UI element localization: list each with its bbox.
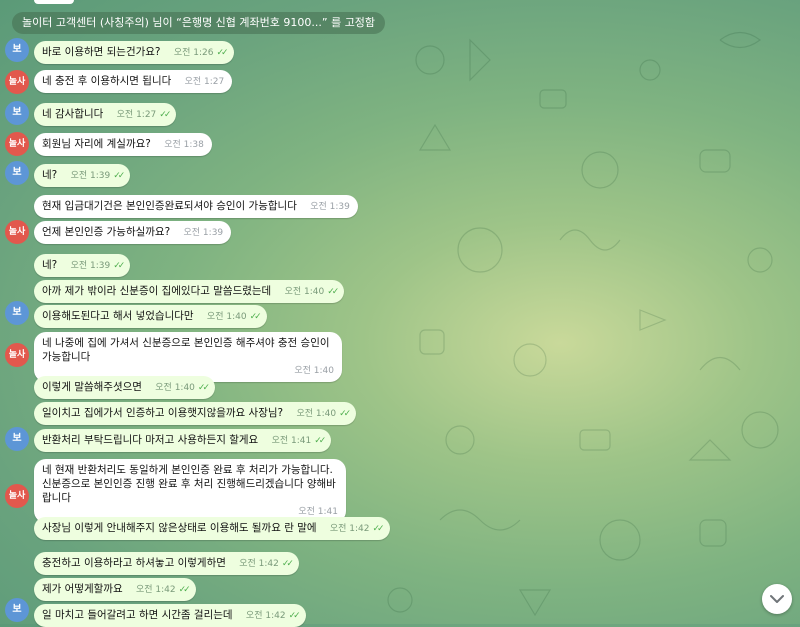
message-bubble[interactable]: 네 나중에 집에 가셔서 신분증으로 본인인증 해주셔야 충전 승인이 가능합니… <box>34 332 342 382</box>
message-bubble[interactable]: 현재 입금대기건은 본인인증완료되셔야 승인이 가능합니다 오전 1:39 <box>34 195 358 218</box>
message-time: 오전 1:27 ✓✓ <box>116 110 172 120</box>
message-time: 오전 1:27 <box>184 77 225 87</box>
message-time: 오전 1:42 ✓✓ <box>135 585 191 595</box>
avatar[interactable]: 놀사 <box>5 220 29 244</box>
read-receipt-icon: ✓✓ <box>249 312 262 322</box>
message-time: 오전 1:39 ✓✓ <box>70 171 126 181</box>
message-text: 일이치고 집에가서 인증하고 이용햇지않을까요 사장님? <box>42 407 284 419</box>
message-text: 네 충전 후 이용하시면 됩니다 <box>42 75 172 87</box>
message-text: 반환처리 부탁드립니다 마저고 사용하든지 할게요 <box>42 434 259 446</box>
avatar[interactable]: 보 <box>5 161 29 185</box>
message-time: 오전 1:40 ✓✓ <box>284 287 340 297</box>
avatar[interactable]: 놀사 <box>5 132 29 156</box>
avatar[interactable]: 보 <box>5 301 29 325</box>
read-receipt-icon: ✓✓ <box>113 261 125 271</box>
message-time: 오전 1:42 ✓✓ <box>245 611 301 621</box>
read-receipt-icon: ✓✓ <box>159 110 171 120</box>
message-text: 네 나중에 집에 가셔서 신분증으로 본인인증 해주셔야 충전 승인이 가능합니… <box>42 337 330 363</box>
message-text: 이용해도된다고 해서 넣었습니다만 <box>42 310 194 322</box>
message-text: 네? <box>42 169 58 181</box>
message-text: 네 감사합니다 <box>42 108 104 120</box>
message-text: 제가 어떻게할까요 <box>42 583 123 595</box>
message-bubble[interactable]: 제가 어떻게할까요 오전 1:42 ✓✓ <box>34 578 196 601</box>
message-text: 일 마치고 들어갈려고 하면 시간좀 걸리는데 <box>42 609 233 621</box>
message-time: 오전 1:38 <box>164 140 204 150</box>
read-receipt-icon: ✓✓ <box>372 524 385 534</box>
message-bubble[interactable]: 네 현재 반환처리도 동일하게 본인인증 완료 후 처리가 가능합니다. 신분증… <box>34 459 346 523</box>
message-bubble[interactable]: 반환처리 부탁드립니다 마저고 사용하든지 할게요 오전 1:41 ✓✓ <box>34 429 332 452</box>
message-bubble[interactable]: 아까 제가 밖이라 신분증이 집에있다고 말씀드렸는데 오전 1:40 ✓✓ <box>34 280 345 303</box>
read-receipt-icon: ✓✓ <box>113 171 125 181</box>
message-bubble[interactable]: 이렇게 말씀해주셧으면 오전 1:40 ✓✓ <box>34 376 216 399</box>
message-bubble[interactable]: 이용해도된다고 해서 넣었습니다만 오전 1:40 ✓✓ <box>34 305 267 328</box>
avatar[interactable]: 보 <box>5 38 29 62</box>
message-time: 오전 1:40 ✓✓ <box>206 312 262 322</box>
avatar[interactable]: 보 <box>5 598 29 622</box>
message-time: 오전 1:39 <box>183 228 224 238</box>
message-bubble[interactable]: 사장님 이렇게 안내해주지 않은상태로 이용해도 될까요 란 말에 오전 1:4… <box>34 517 390 540</box>
pinned-message-notice[interactable]: 놀이터 고객센터 (사칭주의) 님이 “은행명 신협 계좌번호 9100...”… <box>12 12 386 34</box>
read-receipt-icon: ✓✓ <box>216 48 229 58</box>
message-time: 오전 1:42 ✓✓ <box>329 524 385 534</box>
message-text: 현재 입금대기건은 본인인증완료되셔야 승인이 가능합니다 <box>42 200 297 212</box>
read-receipt-icon: ✓✓ <box>314 436 326 446</box>
message-text: 네? <box>42 259 58 271</box>
message-time: 오전 1:39 ✓✓ <box>70 261 126 271</box>
avatar[interactable]: 보 <box>5 427 29 451</box>
message-text: 아까 제가 밖이라 신분증이 집에있다고 말씀드렸는데 <box>42 285 272 297</box>
message-text: 회원님 자리에 계실까요? <box>42 138 151 150</box>
message-bubble[interactable]: 바로 이용하면 되는건가요? 오전 1:26 ✓✓ <box>34 41 234 64</box>
read-receipt-icon: ✓✓ <box>327 287 339 297</box>
message-bubble[interactable]: 충전하고 이용하라고 하셔놓고 이렇게하면 오전 1:42 ✓✓ <box>34 552 299 575</box>
read-receipt-icon: ✓✓ <box>281 559 294 569</box>
scroll-to-bottom-button[interactable] <box>762 584 792 614</box>
message-bubble[interactable]: 네 충전 후 이용하시면 됩니다 오전 1:27 <box>34 70 233 93</box>
message-bubble[interactable]: 네 감사합니다 오전 1:27 ✓✓ <box>34 103 177 126</box>
avatar[interactable]: 놀사 <box>5 343 29 367</box>
chevron-down-icon <box>770 595 784 603</box>
avatar[interactable]: 놀사 <box>5 70 29 94</box>
message-time: 오전 1:40 ✓✓ <box>296 409 351 419</box>
message-text: 바로 이용하면 되는건가요? <box>42 46 161 58</box>
message-time: 오전 1:41 ✓✓ <box>271 436 327 446</box>
read-receipt-icon: ✓✓ <box>197 383 210 393</box>
message-bubble[interactable]: 회원님 자리에 계실까요? 오전 1:38 <box>34 133 212 156</box>
avatar[interactable]: 보 <box>5 101 29 125</box>
message-text: 이렇게 말씀해주셧으면 <box>42 381 142 393</box>
read-receipt-icon: ✓✓ <box>339 409 351 419</box>
message-text: 사장님 이렇게 안내해주지 않은상태로 이용해도 될까요 란 말에 <box>42 522 317 534</box>
message-bubble[interactable]: 일이치고 집에가서 인증하고 이용햇지않을까요 사장님? 오전 1:40 ✓✓ <box>34 402 357 425</box>
message-time: 오전 1:40 ✓✓ <box>155 383 210 393</box>
message-text: 언제 본인인증 가능하실까요? <box>42 226 171 238</box>
message-bubble[interactable]: 언제 본인인증 가능하실까요? 오전 1:39 <box>34 221 232 244</box>
message-time: 오전 1:39 <box>310 202 350 212</box>
message-bubble[interactable]: 네? 오전 1:39 ✓✓ <box>34 164 131 187</box>
previous-message-edge <box>34 0 74 4</box>
message-text: 네 현재 반환처리도 동일하게 본인인증 완료 후 처리가 가능합니다. 신분증… <box>42 464 336 504</box>
message-time: 오전 1:42 ✓✓ <box>239 559 294 569</box>
message-bubble[interactable]: 네? 오전 1:39 ✓✓ <box>34 254 131 277</box>
message-time: 오전 1:26 ✓✓ <box>173 48 229 58</box>
avatar[interactable]: 놀사 <box>5 484 29 508</box>
message-text: 충전하고 이용하라고 하셔놓고 이렇게하면 <box>42 557 226 569</box>
read-receipt-icon: ✓✓ <box>288 611 301 621</box>
read-receipt-icon: ✓✓ <box>178 585 191 595</box>
